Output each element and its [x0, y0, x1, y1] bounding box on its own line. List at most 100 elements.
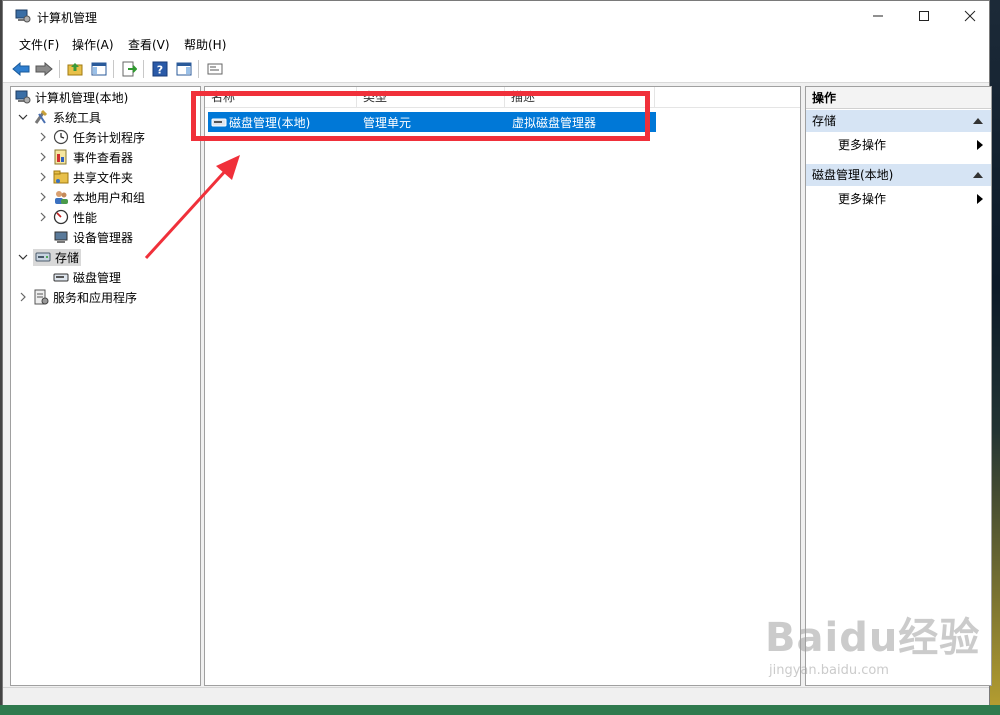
toolbar-separator: [59, 60, 60, 78]
chevron-right-icon[interactable]: [37, 211, 49, 223]
actions-title: 操作: [806, 87, 991, 109]
menu-view[interactable]: 查看(V): [128, 36, 170, 53]
clock-icon: [53, 129, 69, 145]
users-group-icon: [53, 189, 69, 205]
toolbar: ?: [3, 55, 989, 83]
collapse-up-icon[interactable]: [973, 172, 983, 178]
tree-item-event-viewer[interactable]: 事件查看器: [37, 147, 133, 167]
performance-gauge-icon: [53, 209, 69, 225]
action-section-storage[interactable]: 存储: [806, 110, 991, 132]
chevron-down-icon[interactable]: [17, 251, 29, 263]
show-action-pane-button[interactable]: [174, 59, 194, 79]
status-bar: [3, 687, 989, 705]
action-pane-icon: [176, 62, 192, 76]
action-section-disk-management[interactable]: 磁盘管理(本地): [806, 164, 991, 186]
forward-arrow-icon: [35, 62, 53, 76]
disk-management-icon: [53, 269, 69, 285]
action-section-label: 磁盘管理(本地): [812, 168, 894, 182]
action-item-label: 更多操作: [838, 192, 887, 206]
tree-item-label: 计算机管理(本地): [35, 90, 129, 105]
watermark-main: Baidu经验: [765, 615, 981, 661]
actions-pane: 操作 存储 更多操作 磁盘管理(本地) 更多操作: [805, 86, 992, 686]
tree-item-disk-management[interactable]: 磁盘管理: [53, 267, 121, 287]
close-button[interactable]: [947, 1, 993, 31]
computer-management-icon: [15, 8, 31, 24]
annotation-arrow-icon: [144, 155, 240, 260]
tree-item-local-users[interactable]: 本地用户和组: [37, 187, 145, 207]
tree-item-root[interactable]: 计算机管理(本地): [15, 87, 128, 107]
maximize-button[interactable]: [901, 1, 947, 31]
tree-item-label: 任务计划程序: [73, 130, 146, 145]
export-list-button[interactable]: [119, 59, 139, 79]
folder-up-icon: [67, 63, 83, 76]
collapse-up-icon[interactable]: [973, 118, 983, 124]
tree-item-label: 共享文件夹: [73, 170, 134, 185]
tree-item-performance[interactable]: 性能: [37, 207, 97, 227]
console-tree-icon: [91, 62, 107, 76]
chevron-down-icon[interactable]: [17, 111, 29, 123]
tree-item-label: 服务和应用程序: [53, 290, 138, 305]
minimize-button[interactable]: [855, 1, 901, 31]
chevron-right-icon[interactable]: [37, 151, 49, 163]
title-bar: 计算机管理: [3, 1, 989, 31]
forward-button[interactable]: [34, 59, 54, 79]
tree-item-system-tools[interactable]: 系统工具: [17, 107, 101, 127]
svg-text:?: ?: [157, 64, 163, 77]
services-icon: [33, 289, 49, 305]
toolbar-separator: [198, 60, 199, 78]
taskbar-strip: [0, 705, 1000, 715]
tree-item-storage[interactable]: 存储: [17, 247, 82, 267]
help-icon: ?: [152, 61, 168, 77]
action-item-label: 更多操作: [838, 138, 887, 152]
window-title: 计算机管理: [37, 11, 98, 25]
content-list-pane: 名称 类型 描述 磁盘管理(本地) 管理单元 虚拟磁盘管理器: [204, 86, 801, 686]
chevron-right-icon[interactable]: [17, 291, 29, 303]
maximize-icon: [919, 11, 929, 21]
tree-item-device-manager[interactable]: 设备管理器: [53, 227, 133, 247]
event-log-icon: [53, 149, 69, 165]
tree-item-selected: 存储: [33, 248, 82, 266]
storage-drive-icon: [35, 249, 51, 265]
chevron-right-icon[interactable]: [37, 191, 49, 203]
tree-item-label: 性能: [73, 210, 98, 225]
toolbar-separator: [113, 60, 114, 78]
baidu-jingyan-watermark: Baidu经验 jingyan.baidu.com: [765, 605, 980, 678]
tree-item-label: 事件查看器: [73, 150, 134, 165]
tree-item-task-scheduler[interactable]: 任务计划程序: [37, 127, 145, 147]
submenu-arrow-icon: [977, 140, 983, 150]
menu-action[interactable]: 操作(A): [72, 36, 114, 53]
show-hide-tree-button[interactable]: [89, 59, 109, 79]
toolbar-separator: [143, 60, 144, 78]
annotation-highlight-box: [191, 91, 650, 141]
minimize-icon: [873, 15, 883, 17]
computer-management-icon: [15, 89, 31, 105]
menu-bar: 文件(F) 操作(A) 查看(V) 帮助(H): [3, 31, 989, 55]
up-level-button[interactable]: [65, 59, 85, 79]
tree-item-label: 存储: [55, 250, 80, 265]
back-button[interactable]: [11, 59, 31, 79]
properties-button[interactable]: [205, 59, 225, 79]
tree-item-shared-folders[interactable]: 共享文件夹: [37, 167, 133, 187]
export-icon: [122, 61, 137, 77]
tree-item-label: 系统工具: [53, 110, 102, 125]
menu-file[interactable]: 文件(F): [19, 36, 59, 53]
tree-item-services-apps[interactable]: 服务和应用程序: [17, 287, 137, 307]
tree-item-label: 磁盘管理: [73, 270, 122, 285]
submenu-arrow-icon: [977, 194, 983, 204]
watermark-sub: jingyan.baidu.com: [769, 663, 889, 678]
more-actions-item[interactable]: 更多操作: [806, 188, 991, 210]
menu-help[interactable]: 帮助(H): [184, 36, 226, 53]
action-section-label: 存储: [812, 114, 837, 128]
chevron-right-icon[interactable]: [37, 131, 49, 143]
device-manager-icon: [53, 229, 69, 245]
chevron-right-icon[interactable]: [37, 171, 49, 183]
close-icon: [964, 10, 976, 22]
back-arrow-icon: [12, 62, 30, 76]
help-button[interactable]: ?: [150, 59, 170, 79]
more-actions-item[interactable]: 更多操作: [806, 134, 991, 156]
shared-folder-icon: [53, 169, 69, 185]
tree-item-label: 设备管理器: [73, 230, 134, 245]
tree-item-label: 本地用户和组: [73, 190, 146, 205]
tools-icon: [33, 109, 49, 125]
properties-icon: [207, 63, 223, 75]
